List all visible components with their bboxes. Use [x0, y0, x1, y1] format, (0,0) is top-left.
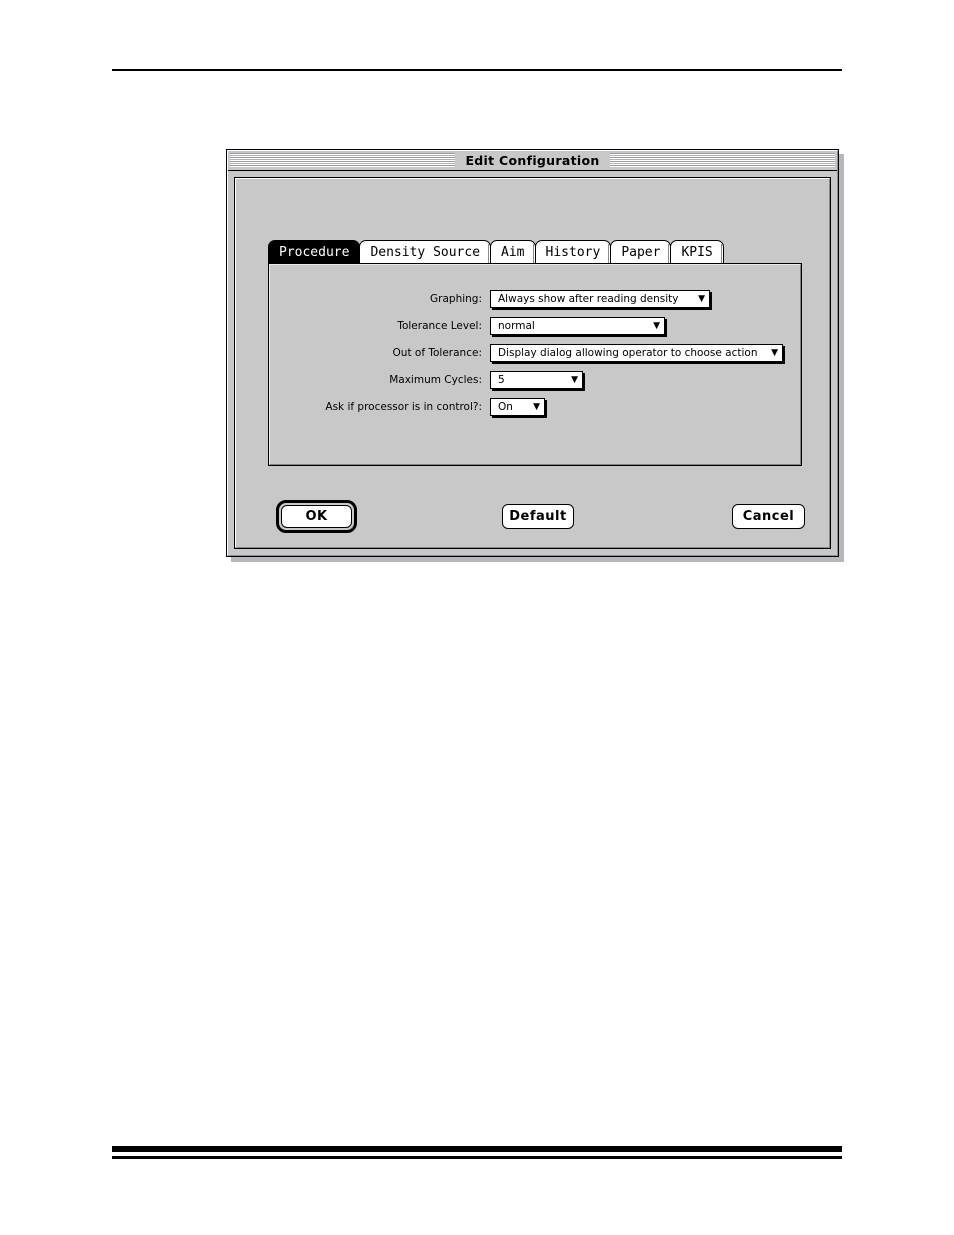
cancel-button[interactable]: Cancel [732, 504, 805, 529]
out-of-tolerance-dropdown[interactable]: Display dialog allowing operator to choo… [490, 344, 783, 362]
edit-configuration-window: Edit Configuration Procedure Density Sou… [226, 149, 839, 557]
ask-processor-in-control-dropdown-value: On [498, 401, 513, 413]
maximum-cycles-label: Maximum Cycles: [389, 374, 482, 386]
window-title: Edit Configuration [455, 152, 610, 168]
form-row-maximum-cycles: Maximum Cycles: 5 ▼ [269, 367, 801, 393]
page-footer-rule-thick [112, 1146, 842, 1152]
chevron-down-icon: ▼ [533, 401, 540, 412]
window-body: Procedure Density Source Aim History Pap… [234, 177, 831, 549]
tab-procedure-label: Procedure [279, 244, 350, 260]
out-of-tolerance-dropdown-value: Display dialog allowing operator to choo… [498, 347, 758, 359]
default-button-label: Default [509, 509, 567, 524]
tab-density-source[interactable]: Density Source [359, 240, 492, 264]
tab-paper-label: Paper [621, 244, 661, 260]
maximum-cycles-dropdown[interactable]: 5 ▼ [490, 371, 583, 389]
tab-density-source-label: Density Source [370, 244, 481, 260]
ok-button-default-ring: OK [276, 500, 357, 533]
tab-history[interactable]: History [534, 240, 612, 264]
maximum-cycles-dropdown-value: 5 [498, 374, 505, 386]
chevron-down-icon: ▼ [653, 320, 660, 331]
tolerance-level-label: Tolerance Level: [397, 320, 482, 332]
dialog-button-bar: OK Default Cancel [235, 500, 830, 534]
graphing-dropdown-value: Always show after reading density [498, 293, 679, 305]
cancel-button-label: Cancel [742, 509, 795, 524]
page-footer-rule-thin [112, 1156, 842, 1159]
tab-kpis[interactable]: KPIS [670, 240, 724, 264]
ask-processor-in-control-dropdown[interactable]: On ▼ [490, 398, 545, 416]
out-of-tolerance-label: Out of Tolerance: [392, 347, 482, 359]
tab-procedure[interactable]: Procedure [268, 240, 361, 264]
window-titlebar[interactable]: Edit Configuration [227, 150, 838, 171]
page-header-rule [112, 69, 842, 71]
procedure-settings-form: Graphing: Always show after reading dens… [269, 286, 801, 421]
tab-history-label: History [545, 244, 601, 260]
form-row-tolerance-level: Tolerance Level: normal ▼ [269, 313, 801, 339]
chevron-down-icon: ▼ [698, 293, 705, 304]
tolerance-level-dropdown[interactable]: normal ▼ [490, 317, 665, 335]
tolerance-level-dropdown-value: normal [498, 320, 535, 332]
chevron-down-icon: ▼ [571, 374, 578, 385]
chevron-down-icon: ▼ [771, 347, 778, 358]
form-row-graphing: Graphing: Always show after reading dens… [269, 286, 801, 312]
tab-aim[interactable]: Aim [490, 240, 536, 264]
form-row-out-of-tolerance: Out of Tolerance: Display dialog allowin… [269, 340, 801, 366]
tab-paper[interactable]: Paper [610, 240, 672, 264]
graphing-label: Graphing: [430, 293, 482, 305]
ok-button-label: OK [305, 509, 328, 524]
tab-strip: Procedure Density Source Aim History Pap… [268, 240, 724, 264]
graphing-dropdown[interactable]: Always show after reading density ▼ [490, 290, 710, 308]
tab-aim-label: Aim [501, 244, 525, 260]
ok-button[interactable]: OK [281, 505, 352, 528]
form-row-ask-processor-in-control: Ask if processor is in control?: On ▼ [269, 394, 801, 420]
tab-panel-procedure: Graphing: Always show after reading dens… [268, 263, 802, 466]
default-button[interactable]: Default [502, 504, 574, 529]
ask-processor-in-control-label: Ask if processor is in control?: [325, 401, 482, 413]
tab-kpis-label: KPIS [681, 244, 713, 260]
